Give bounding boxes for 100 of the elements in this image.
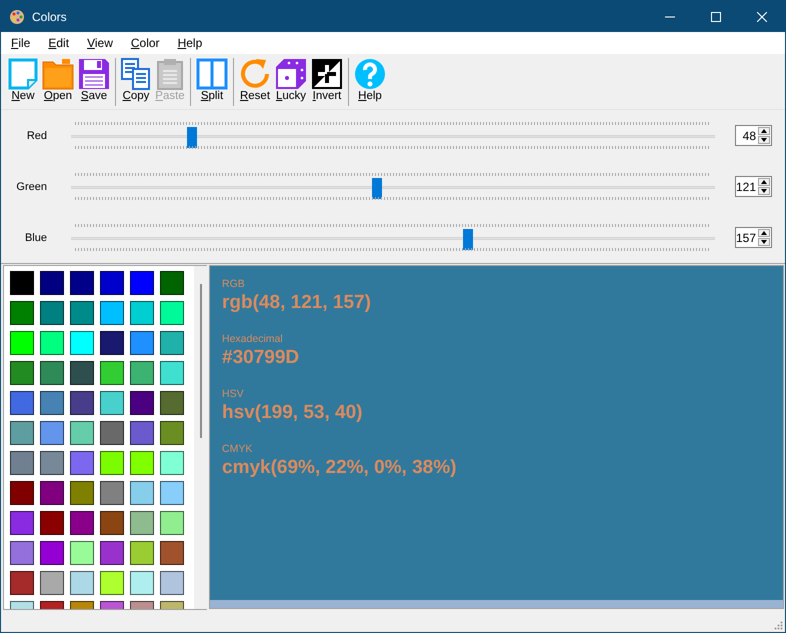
format-value: cmyk(69%, 22%, 0%, 38%): [222, 457, 458, 479]
color-swatch[interactable]: [70, 511, 94, 535]
copy-documents-icon: [121, 58, 151, 90]
menu-item[interactable]: File: [4, 36, 38, 50]
color-swatch[interactable]: [10, 571, 34, 595]
color-swatch[interactable]: [130, 481, 154, 505]
color-swatch[interactable]: [70, 421, 94, 445]
color-swatch[interactable]: [40, 571, 64, 595]
color-swatch[interactable]: [130, 541, 154, 565]
color-swatch[interactable]: [40, 361, 64, 385]
toolbar-button[interactable]: Open: [40, 58, 76, 102]
color-swatch[interactable]: [70, 361, 94, 385]
color-swatch[interactable]: [130, 421, 154, 445]
color-swatch[interactable]: [10, 481, 34, 505]
color-swatch[interactable]: [70, 571, 94, 595]
color-swatch[interactable]: [10, 331, 34, 355]
color-swatch[interactable]: [10, 271, 34, 295]
color-swatch[interactable]: [160, 511, 184, 535]
color-swatch[interactable]: [100, 571, 124, 595]
color-swatch[interactable]: [40, 511, 64, 535]
window-title: Colors: [32, 10, 67, 24]
color-swatch[interactable]: [70, 331, 94, 355]
color-swatch[interactable]: [40, 421, 64, 445]
color-swatch[interactable]: [40, 481, 64, 505]
menu-item[interactable]: Color: [124, 36, 167, 50]
color-swatch[interactable]: [40, 391, 64, 415]
color-swatch[interactable]: [130, 571, 154, 595]
color-swatch[interactable]: [10, 391, 34, 415]
color-swatch[interactable]: [130, 301, 154, 325]
color-swatch[interactable]: [160, 541, 184, 565]
color-swatch[interactable]: [100, 331, 124, 355]
clipboard-icon: [156, 58, 184, 90]
toolbar-button[interactable]: Save: [76, 58, 112, 102]
color-swatch[interactable]: [40, 451, 64, 475]
color-swatch[interactable]: [130, 451, 154, 475]
color-swatch[interactable]: [160, 271, 184, 295]
color-swatch[interactable]: [130, 361, 154, 385]
color-swatch[interactable]: [40, 331, 64, 355]
color-swatch[interactable]: [160, 571, 184, 595]
color-swatch[interactable]: [130, 271, 154, 295]
slider-thumb[interactable]: [462, 228, 473, 250]
menu-item[interactable]: Help: [170, 36, 210, 50]
format-label: HSV: [222, 388, 245, 400]
color-swatch[interactable]: [70, 391, 94, 415]
color-swatch[interactable]: [10, 541, 34, 565]
format-value: hsv(199, 53, 40): [222, 402, 364, 424]
up-arrow-icon: [761, 180, 768, 184]
number-spinner[interactable]: 157: [735, 227, 772, 248]
color-swatch[interactable]: [100, 421, 124, 445]
menu-item[interactable]: View: [80, 36, 120, 50]
color-swatch[interactable]: [40, 541, 64, 565]
blank-page-icon: [8, 58, 38, 90]
color-swatch[interactable]: [10, 301, 34, 325]
toolbar-button[interactable]: Reset: [237, 58, 273, 102]
color-swatch[interactable]: [100, 271, 124, 295]
toolbar-button[interactable]: Invert: [309, 58, 345, 102]
color-swatch[interactable]: [160, 481, 184, 505]
color-swatch[interactable]: [160, 451, 184, 475]
color-swatch[interactable]: [160, 421, 184, 445]
color-swatch[interactable]: [130, 331, 154, 355]
up-arrow-icon: [761, 129, 767, 133]
color-swatch[interactable]: [100, 451, 124, 475]
toolbar-button[interactable]: Copy: [119, 58, 153, 102]
color-swatch[interactable]: [100, 511, 124, 535]
number-spinner[interactable]: 48: [735, 125, 772, 146]
color-swatch[interactable]: [10, 361, 34, 385]
color-swatch[interactable]: [10, 451, 34, 475]
toolbar-button[interactable]: Lucky: [273, 58, 309, 102]
color-swatch[interactable]: [160, 391, 184, 415]
color-swatch[interactable]: [160, 361, 184, 385]
close-icon: [757, 12, 767, 22]
color-swatch[interactable]: [100, 301, 124, 325]
color-swatch[interactable]: [40, 301, 64, 325]
color-swatch[interactable]: [100, 361, 124, 385]
number-spinner[interactable]: 121: [735, 176, 772, 197]
down-arrow-icon: [761, 240, 768, 244]
toolbar-button[interactable]: Split: [194, 58, 230, 102]
slider-thumb[interactable]: [187, 126, 198, 148]
color-swatch[interactable]: [10, 511, 34, 535]
palette-icon: [9, 8, 25, 24]
color-swatch[interactable]: [160, 301, 184, 325]
slider-label: Red: [26, 130, 47, 142]
color-swatch[interactable]: [100, 481, 124, 505]
color-swatch[interactable]: [130, 511, 154, 535]
color-swatch[interactable]: [100, 541, 124, 565]
color-swatch[interactable]: [10, 421, 34, 445]
toolbar-button[interactable]: Help: [352, 58, 388, 102]
color-swatch[interactable]: [70, 541, 94, 565]
color-swatch[interactable]: [70, 451, 94, 475]
color-swatch[interactable]: [40, 271, 64, 295]
color-swatch[interactable]: [130, 391, 154, 415]
menu-item[interactable]: Edit: [41, 36, 76, 50]
color-swatch[interactable]: [160, 331, 184, 355]
slider-thumb[interactable]: [372, 178, 382, 198]
toolbar-button[interactable]: New: [6, 58, 40, 102]
color-swatch[interactable]: [70, 271, 94, 295]
scrollbar[interactable]: [194, 266, 207, 609]
color-swatch[interactable]: [100, 391, 124, 415]
color-swatch[interactable]: [70, 481, 94, 505]
color-swatch[interactable]: [70, 301, 94, 325]
